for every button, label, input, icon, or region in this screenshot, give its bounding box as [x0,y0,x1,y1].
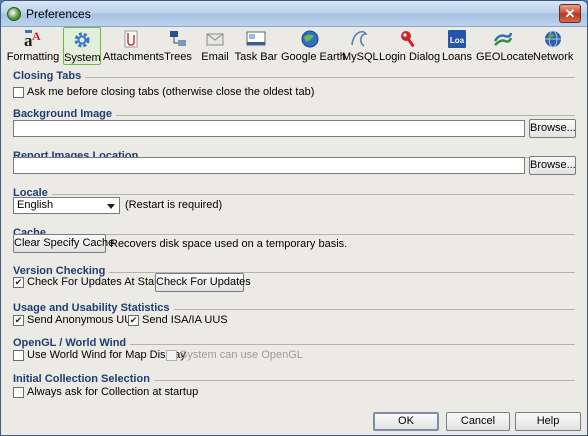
ask-before-closing-checkbox[interactable] [13,87,24,98]
tab-mysql[interactable]: MySQL [342,27,379,65]
tab-label: Attachments [103,51,165,63]
mysql-dolphin-icon [351,30,368,47]
section-divider [13,194,575,195]
ok-button[interactable]: OK [373,412,439,431]
tab-label: MySQL [342,51,379,63]
attachment-icon [124,30,138,48]
tab-google-earth[interactable]: Google Earth [281,27,346,65]
check-updates-startup-label: Check For Updates At Startup [27,276,174,288]
tab-loans[interactable]: Loa Loans [441,27,473,65]
tab-label: Email [201,51,229,63]
clear-cache-button[interactable]: Clear Specify Cache [13,234,114,253]
tab-label: Loans [442,51,472,63]
tab-task-bar[interactable]: Task Bar [234,27,278,65]
send-isa-uus-checkbox[interactable] [128,315,139,326]
tab-email[interactable]: Email [199,27,231,65]
locale-selected-value: English [17,199,54,211]
geolocate-icon [493,32,513,46]
envelope-icon [206,33,224,46]
section-divider [13,77,575,78]
locale-select[interactable]: English [13,197,120,214]
tab-label: Trees [164,51,192,63]
system-opengl-label: System can use OpenGL [180,349,303,361]
tab-formatting[interactable]: a A Formatting [6,27,60,65]
gear-icon [74,32,90,48]
help-button[interactable]: Help [515,412,581,431]
title-bar[interactable]: Preferences ✕ [1,1,587,27]
window-title: Preferences [26,7,91,21]
cache-description: Recovers disk space used on a temporary … [110,238,348,250]
tab-label: GEOLocate [476,51,534,63]
always-ask-collection-label: Always ask for Collection at startup [27,386,199,398]
tab-label: Login Dialog [379,51,441,63]
loans-icon: Loa [448,30,466,48]
tree-icon [170,31,186,46]
tab-label: Network [533,51,574,63]
system-preferences-panel: Closing Tabs Ask me before closing tabs … [1,67,587,407]
send-anonymous-uus-checkbox[interactable] [13,315,24,326]
tab-trees[interactable]: Trees [163,27,193,65]
key-icon [401,31,415,48]
tab-label: Task Bar [234,51,278,63]
send-anonymous-uus-label: Send Anonymous UUS [27,314,140,326]
section-title-closing-tabs: Closing Tabs [13,70,86,82]
cancel-button[interactable]: Cancel [446,412,510,431]
close-button[interactable]: ✕ [559,4,581,23]
tab-label: System [64,52,101,64]
tab-attachments[interactable]: Attachments [103,27,165,65]
check-for-updates-button[interactable]: Check For Updates [155,273,251,292]
dialog-button-bar: OK Cancel Help [1,407,587,435]
globe-icon [301,30,319,48]
tab-system[interactable]: System [63,27,101,65]
background-image-browse-button[interactable]: Browse... [529,119,576,138]
tab-login-dialog[interactable]: Login Dialog [379,27,441,65]
app-icon [7,7,21,21]
section-title-usage-stats: Usage and Usability Statistics [13,302,174,314]
use-world-wind-label: Use World Wind for Map Display [27,349,186,361]
svg-text:A: A [32,29,41,43]
send-isa-uus-label: Send ISA/IA UUS [142,314,228,326]
use-world-wind-checkbox[interactable] [13,350,24,361]
tab-network[interactable]: Network [533,27,573,65]
locale-restart-note: (Restart is required) [125,199,223,211]
taskbar-icon [246,31,266,46]
always-ask-collection-checkbox[interactable] [13,387,24,398]
section-title-opengl: OpenGL / World Wind [13,337,131,349]
tab-geolocate[interactable]: GEOLocate [476,27,534,65]
preferences-window: Preferences ✕ a A Formatting System Atta… [0,0,588,436]
preferences-toolbar: a A Formatting System Attachments Trees … [1,27,587,67]
tab-label: Formatting [6,51,60,63]
report-images-path-field[interactable] [13,157,525,174]
report-images-browse-button[interactable]: Browse... [529,156,576,175]
system-opengl-checkbox [166,350,177,361]
section-title-background-image: Background Image [13,108,117,120]
section-title-initial-collection: Initial Collection Selection [13,373,154,385]
check-updates-startup-checkbox[interactable] [13,277,24,288]
loans-icon-text: Loa [450,36,465,45]
chevron-down-icon [107,204,115,209]
ask-before-closing-label: Ask me before closing tabs (otherwise cl… [27,86,315,98]
formatting-icon: a A [24,29,41,49]
tab-label: Google Earth [281,51,346,63]
background-image-path-field[interactable] [13,120,525,137]
network-globe-icon [545,30,561,48]
